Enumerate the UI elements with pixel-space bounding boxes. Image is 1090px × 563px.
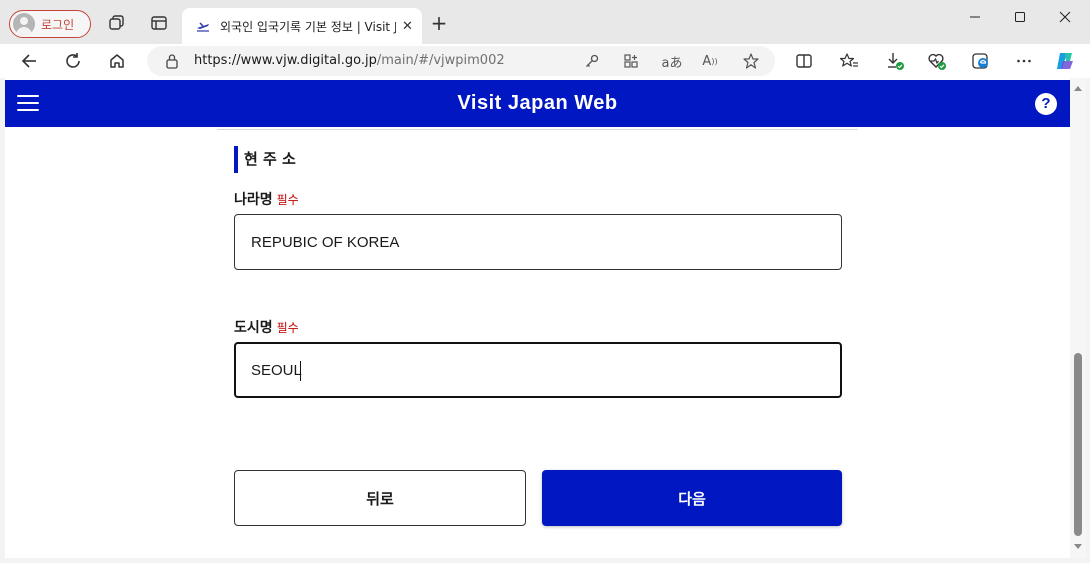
edge-collections-icon[interactable] [970,50,992,72]
country-label: 나라명 필수 [234,189,299,209]
section-divider [217,129,858,130]
back-icon[interactable] [18,50,40,72]
scroll-up-arrow-icon[interactable] [1074,86,1082,91]
required-badge: 필수 [276,321,299,335]
url-path: /main/#/vjwpim002 [376,53,505,68]
profile-button[interactable]: 로그인 [9,10,91,38]
browser-tab-active[interactable]: 외국인 입국기록 기본 정보 | Visit Japan Web ✕ [182,8,422,44]
site-favicon [196,19,210,33]
new-tab-icon[interactable]: + [429,13,449,33]
address-bar[interactable]: https://www.vjw.digital.go.jp/main/#/vjw… [147,46,775,76]
browser-titlebar: 로그인 외국인 입국기록 기본 정보 | Visit Japan Web ✕ + [0,0,1090,44]
refresh-icon[interactable] [62,50,84,72]
copilot-icon[interactable] [1054,50,1076,72]
browser-essentials-icon[interactable] [926,50,948,72]
read-aloud-icon[interactable]: A)) [701,52,719,70]
city-label-text: 도시명 [234,320,273,336]
workspaces-icon[interactable] [108,14,126,32]
help-icon[interactable]: ? [1035,93,1057,115]
site-header: Visit Japan Web ? [5,80,1070,127]
url-host: https://www.vjw.digital.go.jp [194,53,377,68]
key-icon[interactable] [583,52,601,70]
profile-label: 로그인 [41,17,75,32]
app-install-icon[interactable] [622,52,640,70]
text-caret [300,361,301,381]
more-icon[interactable] [1013,50,1035,72]
browser-navbar: https://www.vjw.digital.go.jp/main/#/vjw… [0,44,1090,78]
window-close-icon[interactable] [1042,4,1088,30]
profile-avatar-icon [13,13,35,35]
country-label-text: 나라명 [234,192,273,208]
window-frame-bottom [0,558,1090,563]
country-input[interactable] [234,214,842,270]
tab-title: 외국인 입국기록 기본 정보 | Visit Japan Web [220,19,396,34]
page-scrollbar[interactable] [1070,78,1086,558]
downloads-icon[interactable] [884,50,906,72]
minimize-icon[interactable] [952,4,998,30]
favorites-icon[interactable] [838,50,860,72]
site-title: Visit Japan Web [457,92,618,114]
web-page: Visit Japan Web ? 현 주 소 나라명필수 도시명필수 뒤로 다… [5,78,1070,558]
favorite-star-icon[interactable] [742,52,760,70]
city-input[interactable] [234,342,842,398]
required-badge: 필수 [276,193,299,207]
split-screen-icon[interactable] [793,50,815,72]
maximize-icon[interactable] [997,4,1043,30]
section-title: 현 주 소 [234,146,296,173]
scroll-thumb[interactable] [1074,353,1082,536]
translate-icon[interactable]: aあ [661,52,683,71]
back-button[interactable]: 뒤로 [234,470,526,526]
scroll-down-arrow-icon[interactable] [1074,544,1082,549]
tab-actions-icon[interactable] [150,14,168,32]
next-button[interactable]: 다음 [542,470,842,526]
lock-icon[interactable] [165,53,179,73]
url-text: https://www.vjw.digital.go.jp/main/#/vjw… [194,53,505,68]
city-label: 도시명 필수 [234,317,299,337]
home-icon[interactable] [106,50,128,72]
tab-close-icon[interactable]: ✕ [402,19,413,34]
